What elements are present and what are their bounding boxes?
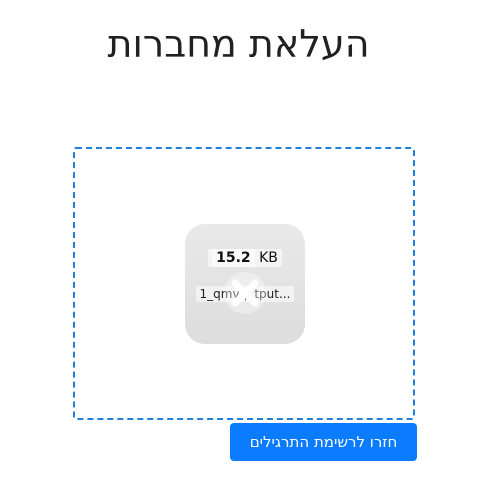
file-size: 15.2 KB <box>185 249 305 267</box>
remove-x-icon[interactable] <box>220 268 270 318</box>
file-size-unit: KB <box>259 250 278 266</box>
file-size-value: 15.2 <box>212 249 255 267</box>
back-to-exercises-button[interactable]: חזרו לרשימת התרגילים <box>230 423 417 461</box>
file-preview[interactable]: 15.2 KB 1_qmvqi.tput... <box>185 224 305 344</box>
page-title: העלאת מחברות <box>107 22 370 66</box>
